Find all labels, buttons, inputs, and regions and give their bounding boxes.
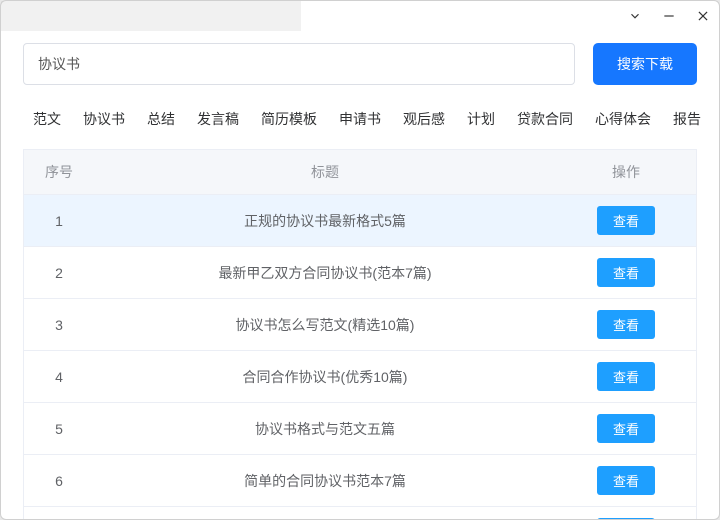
minimize-icon[interactable] — [661, 8, 677, 24]
app-window: 搜索下载 范文协议书总结发言稿简历模板申请书观后感计划贷款合同心得体会报告 序号… — [0, 0, 720, 520]
row-index: 2 — [24, 247, 94, 299]
tab-item[interactable]: 观后感 — [393, 103, 455, 135]
row-title: 简单的合同协议书范本7篇 — [94, 455, 556, 507]
table-row: 6简单的合同协议书范本7篇 查看 — [24, 455, 696, 507]
tab-item[interactable]: 心得体会 — [585, 103, 661, 135]
row-action-cell: 查看 — [556, 351, 696, 403]
tab-item[interactable]: 申请书 — [329, 103, 391, 135]
row-index: 4 — [24, 351, 94, 403]
view-button[interactable]: 查看 — [597, 258, 655, 287]
category-tabs: 范文协议书总结发言稿简历模板申请书观后感计划贷款合同心得体会报告 — [23, 103, 697, 135]
search-input[interactable] — [23, 43, 575, 85]
results-table: 序号 标题 操作 1正规的协议书最新格式5篇查看2最新甲乙双方合同协议书(范本7… — [24, 150, 696, 519]
view-button[interactable]: 查看 — [597, 206, 655, 235]
tab-item[interactable]: 协议书 — [73, 103, 135, 135]
table-row: 1正规的协议书最新格式5篇 查看 — [24, 195, 696, 247]
row-action-cell: 查看 — [556, 507, 696, 520]
row-action-cell: 查看 — [556, 195, 696, 247]
close-icon[interactable] — [695, 8, 711, 24]
view-button[interactable]: 查看 — [597, 518, 655, 519]
results-table-wrap[interactable]: 序号 标题 操作 1正规的协议书最新格式5篇查看2最新甲乙双方合同协议书(范本7… — [23, 149, 697, 519]
row-index: 6 — [24, 455, 94, 507]
row-action-cell: 查看 — [556, 403, 696, 455]
view-button[interactable]: 查看 — [597, 362, 655, 391]
tab-item[interactable]: 计划 — [457, 103, 505, 135]
row-action-cell: 查看 — [556, 247, 696, 299]
row-index: 1 — [24, 195, 94, 247]
row-index: 5 — [24, 403, 94, 455]
tab-item[interactable]: 报告 — [663, 103, 711, 135]
tab-item[interactable]: 总结 — [137, 103, 185, 135]
view-button[interactable]: 查看 — [597, 466, 655, 495]
row-index: 3 — [24, 299, 94, 351]
content: 搜索下载 范文协议书总结发言稿简历模板申请书观后感计划贷款合同心得体会报告 序号… — [1, 31, 719, 519]
table-row: 2最新甲乙双方合同协议书(范本7篇) 查看 — [24, 247, 696, 299]
tab-item[interactable]: 简历模板 — [251, 103, 327, 135]
table-row: 3协议书怎么写范文(精选10篇) 查看 — [24, 299, 696, 351]
table-row: 5协议书格式与范文五篇 查看 — [24, 403, 696, 455]
col-header-action: 操作 — [556, 150, 696, 195]
row-title: 最新甲乙双方合同协议书(范本7篇) — [94, 247, 556, 299]
titlebar-blur — [1, 1, 301, 31]
row-title: 工作协议书最新范文5篇 — [94, 507, 556, 520]
view-button[interactable]: 查看 — [597, 414, 655, 443]
chevron-down-icon[interactable] — [627, 8, 643, 24]
view-button[interactable]: 查看 — [597, 310, 655, 339]
search-download-button[interactable]: 搜索下载 — [593, 43, 697, 85]
tab-item[interactable]: 发言稿 — [187, 103, 249, 135]
row-title: 协议书格式与范文五篇 — [94, 403, 556, 455]
row-index: 7 — [24, 507, 94, 520]
table-row: 4合同合作协议书(优秀10篇) 查看 — [24, 351, 696, 403]
tab-item[interactable]: 贷款合同 — [507, 103, 583, 135]
col-header-index: 序号 — [24, 150, 94, 195]
row-title: 正规的协议书最新格式5篇 — [94, 195, 556, 247]
row-action-cell: 查看 — [556, 455, 696, 507]
row-title: 协议书怎么写范文(精选10篇) — [94, 299, 556, 351]
col-header-title: 标题 — [94, 150, 556, 195]
row-action-cell: 查看 — [556, 299, 696, 351]
table-row: 7工作协议书最新范文5篇查看 — [24, 507, 696, 520]
row-title: 合同合作协议书(优秀10篇) — [94, 351, 556, 403]
tab-item[interactable]: 范文 — [23, 103, 71, 135]
search-bar: 搜索下载 — [23, 43, 697, 85]
